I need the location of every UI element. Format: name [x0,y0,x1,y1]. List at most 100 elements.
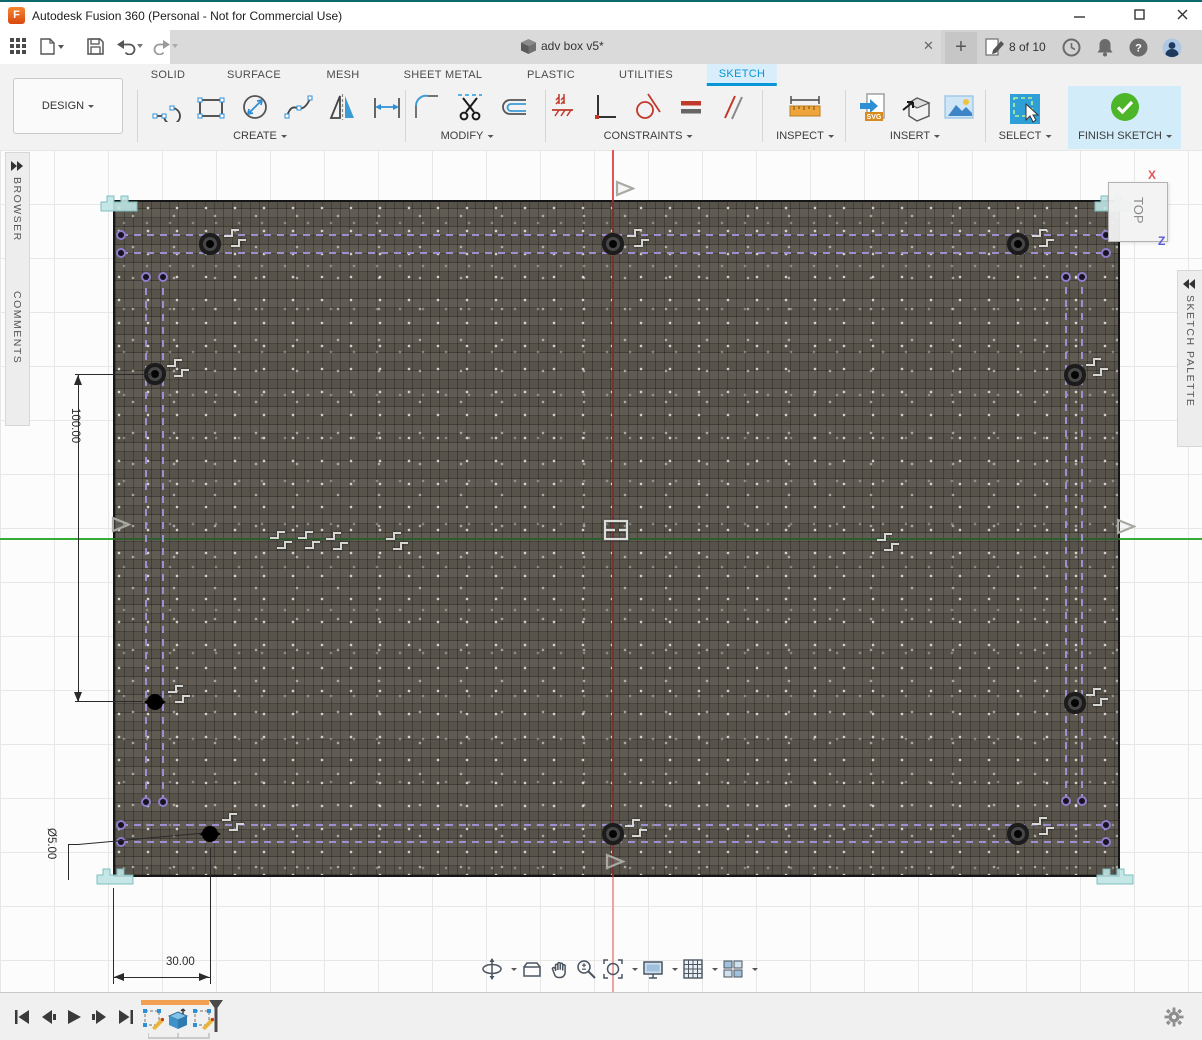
caret-down-icon[interactable] [752,968,758,974]
document-close-button[interactable]: ✕ [923,38,934,54]
sketch-hole[interactable] [609,830,617,838]
save-button[interactable] [87,38,104,60]
sketch-hole-selected[interactable] [202,826,218,842]
model-canvas[interactable]: 100.00 Ø5.00 30.00 BROWSER COMMENTS SKET… [0,150,1202,992]
caret-down-icon[interactable] [712,968,718,974]
close-button[interactable] [1162,2,1202,30]
constraint-badge-icon[interactable] [165,358,191,383]
timeline-step-back-button[interactable] [38,1007,58,1032]
profile-highlight[interactable] [1096,867,1134,890]
select-tool-button[interactable] [1008,92,1042,131]
constraint-badge-icon[interactable] [1030,228,1056,253]
parallel-constraint-button[interactable] [719,92,747,127]
timeline-extrude-feature[interactable] [167,1008,189,1030]
sketch-hole[interactable] [609,240,617,248]
tab-sketch[interactable]: SKETCH [707,64,777,86]
tab-solid[interactable]: SOLID [151,69,186,81]
inspect-group-label[interactable]: INSPECT [776,130,834,142]
constraint-badge-icon[interactable] [384,531,410,556]
caret-down-icon[interactable] [632,968,638,974]
timeline-go-to-end-button[interactable] [116,1007,136,1032]
timeline-sketch-feature[interactable] [142,1008,164,1030]
profile-button[interactable] [1162,38,1182,63]
job-status-button[interactable] [985,38,1005,62]
origin-constraint-icon[interactable] [601,517,633,548]
constraint-badge-icon[interactable] [222,228,248,253]
app-grid-menu-button[interactable] [10,38,27,60]
orbit-button[interactable] [480,956,504,982]
constraint-badge-icon[interactable] [625,228,651,253]
redo-button[interactable] [152,38,178,60]
tab-surface[interactable]: SURFACE [227,69,281,81]
perpendicular-constraint-button[interactable] [591,92,619,127]
constraint-badge-icon[interactable] [166,684,192,709]
browser-panel-label[interactable]: BROWSER [11,177,23,242]
workspace-selector[interactable]: DESIGN [13,78,123,134]
sketch-palette-panel-tab[interactable]: SKETCH PALETTE [1177,270,1202,447]
sketch-point[interactable] [158,272,168,282]
constraint-badge-icon[interactable] [296,530,322,555]
sketch-hole[interactable] [1071,371,1079,379]
sketch-point[interactable] [116,230,126,240]
timeline-settings-button[interactable] [1164,1007,1184,1032]
dimension-value-30[interactable]: 30.00 [166,956,195,968]
sketch-point[interactable] [1101,837,1111,847]
sketch-hole[interactable] [1014,830,1022,838]
timeline-play-button[interactable] [64,1007,84,1032]
circle-tool-button[interactable] [240,92,270,127]
sketch-point[interactable] [141,272,151,282]
dimension-value-diameter[interactable]: Ø5.00 [45,828,57,859]
viewcube[interactable]: TOP [1108,182,1168,242]
sketch-hole[interactable] [1014,240,1022,248]
modify-group-label[interactable]: MODIFY [441,130,494,142]
offset-tool-button[interactable] [498,92,528,127]
timeline-position-marker[interactable] [209,1000,225,1037]
tab-sheet-metal[interactable]: SHEET METAL [404,69,483,81]
insert-svg-button[interactable]: SVG [859,92,891,129]
sketch-hole[interactable] [206,240,214,248]
constraint-badge-icon[interactable] [1084,357,1110,382]
tab-plastic[interactable]: PLASTIC [527,69,575,81]
constraint-badge-icon[interactable] [220,812,246,837]
fit-button[interactable] [601,956,625,982]
sketch-point[interactable] [1077,796,1087,806]
sketch-palette-label[interactable]: SKETCH PALETTE [1184,295,1196,407]
fillet-tool-button[interactable] [412,92,442,127]
new-document-tab-button[interactable]: + [945,32,977,64]
sketch-point[interactable] [116,248,126,258]
measure-tool-button[interactable] [787,92,823,127]
trim-tool-button[interactable] [455,92,485,127]
grid-snap-button[interactable] [681,956,705,982]
sketch-hole[interactable] [1071,699,1079,707]
pan-button[interactable] [547,956,571,982]
sketch-point[interactable] [1061,796,1071,806]
help-button[interactable]: ? [1129,38,1148,62]
insert-group-label[interactable]: INSERT [890,130,940,142]
dimension-tool-button[interactable] [372,92,402,127]
look-at-button[interactable] [520,956,544,982]
mirror-tool-button[interactable] [328,92,358,127]
sketch-point[interactable] [1077,272,1087,282]
sketch-hole[interactable] [151,370,159,378]
sketch-point[interactable] [141,797,151,807]
timeline-step-forward-button[interactable] [90,1007,110,1032]
sketch-point[interactable] [158,797,168,807]
line-tool-button[interactable] [152,92,182,127]
equal-constraint-button[interactable] [677,92,705,127]
create-group-label[interactable]: CREATE [233,130,287,142]
dimension-value-100[interactable]: 100.00 [69,408,81,443]
file-menu-button[interactable] [40,38,64,60]
tab-utilities[interactable]: UTILITIES [619,69,673,81]
constraint-badge-icon[interactable] [1030,816,1056,841]
finish-sketch-button[interactable]: FINISH SKETCH [1068,86,1181,149]
tangent-constraint-button[interactable] [633,92,663,127]
comments-panel-label[interactable]: COMMENTS [11,291,23,364]
viewcube-top-face[interactable]: TOP [1131,197,1146,224]
sketch-point[interactable] [1061,272,1071,282]
timeline-go-to-start-button[interactable] [12,1007,32,1032]
left-panel-tab[interactable]: BROWSER COMMENTS [5,152,30,426]
constraint-badge-icon[interactable] [875,532,901,557]
display-settings-button[interactable] [641,956,665,982]
select-group-label[interactable]: SELECT [999,130,1052,142]
recent-activity-button[interactable] [1062,38,1081,62]
